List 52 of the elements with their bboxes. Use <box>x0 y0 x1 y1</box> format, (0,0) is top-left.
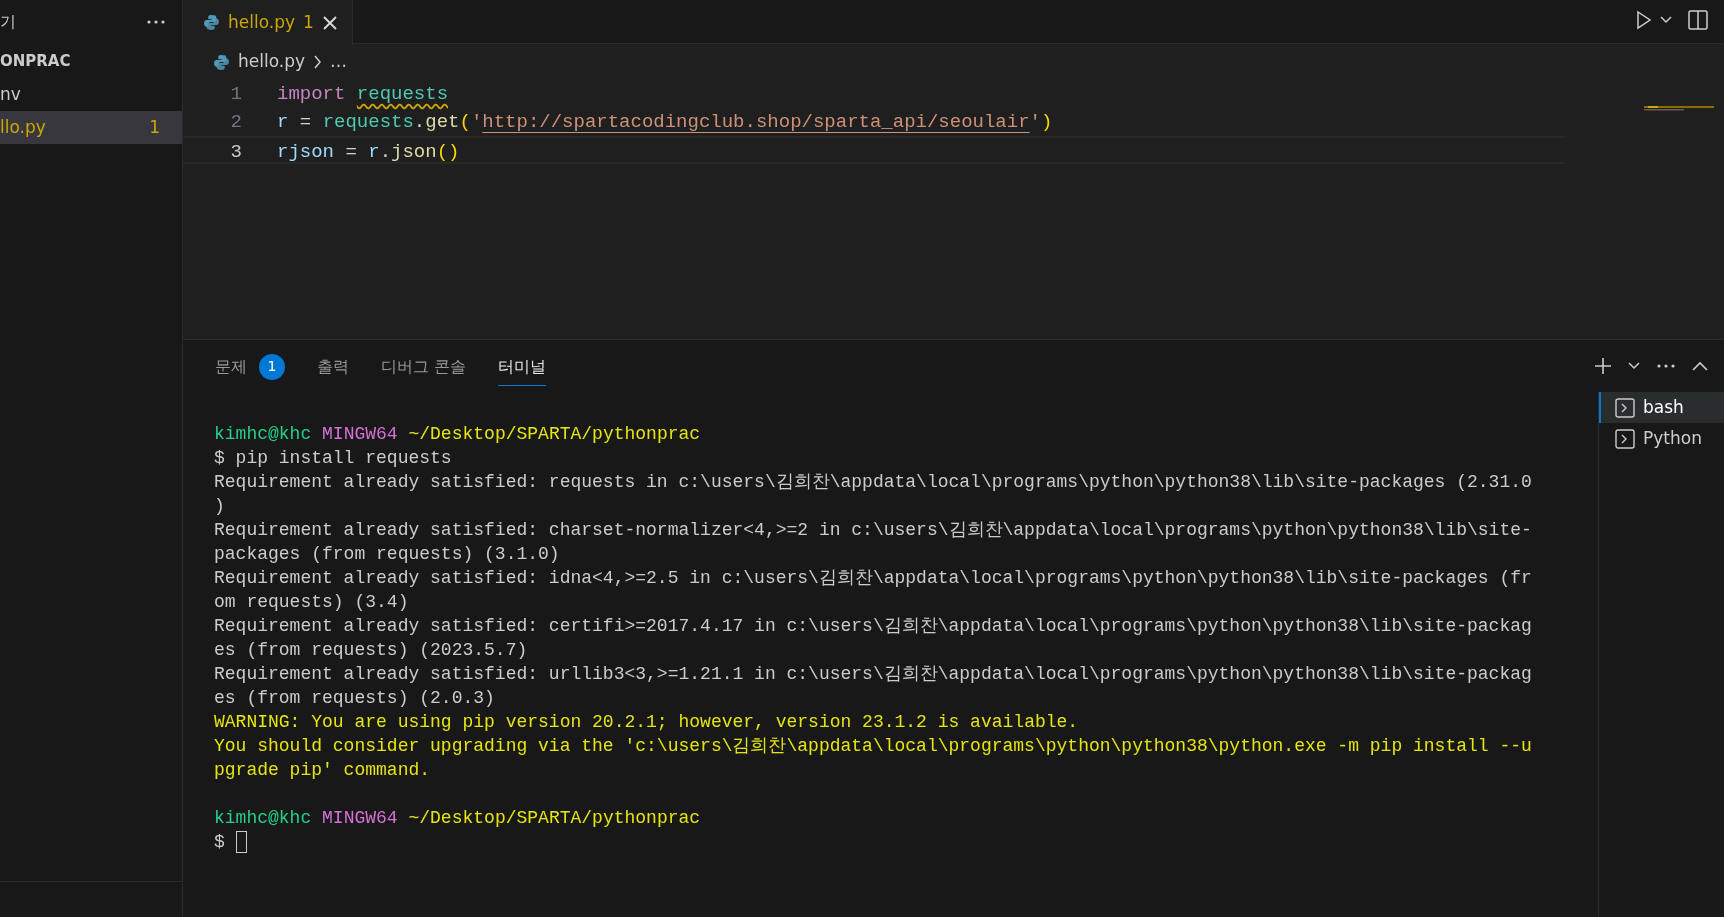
file-item[interactable]: nv <box>0 78 182 111</box>
terminal-output: Requirement already satisfied: urllib3<3,>=1.21.1 in c:\users\김희찬\appdata\local\programs\python\python38\lib\site-packag <box>214 664 1532 684</box>
breadcrumb-item[interactable]: … <box>330 49 348 75</box>
code-line: r = requests.get('http://spartacodingclub.shop/sparta_api/seoulair') <box>277 110 1053 135</box>
chevron-right-icon <box>313 55 323 69</box>
chevron-up-icon[interactable] <box>1692 361 1708 371</box>
more-icon[interactable] <box>1656 363 1676 369</box>
terminal-icon <box>1615 397 1635 418</box>
terminal-item[interactable]: bash <box>1599 392 1724 423</box>
terminal-output: om requests) (3.4) <box>214 592 409 612</box>
plus-icon[interactable] <box>1594 357 1612 375</box>
editor-tab[interactable]: hello.py 1 <box>183 0 353 45</box>
warning-text: WARNING: You are using pip version 20.2.1; however, version 23.1.2 is available. <box>214 712 1079 732</box>
terminal-output: Requirement already satisfied: charset-normalizer<4,>=2 in c:\users\김희찬\appdata\local\programs\python\python38\lib\site- <box>214 520 1532 540</box>
terminal-prompt: $ <box>214 832 225 852</box>
cursor <box>235 831 247 854</box>
line-number: 3 <box>229 140 243 162</box>
minimap <box>1644 106 1714 111</box>
folder-item[interactable]: ONPRAC <box>0 44 182 78</box>
file-item[interactable]: llo.py 1 <box>0 111 182 144</box>
chevron-down-icon[interactable] <box>1628 362 1640 370</box>
terminal-output: es (from requests) (2.0.3) <box>214 688 495 708</box>
line-number: 2 <box>229 110 243 135</box>
code-line: import requests <box>277 82 449 107</box>
breadcrumb-item[interactable]: hello.py <box>238 49 306 75</box>
panel-tab[interactable]: 디버그 콘솔 <box>381 346 467 386</box>
chevron-down-icon[interactable] <box>1660 16 1672 24</box>
sidebar-title: 기 <box>0 11 16 33</box>
terminal-output: es (from requests) (2023.5.7) <box>214 640 528 660</box>
panel-tab[interactable]: 터미널 <box>498 346 547 386</box>
warning-text: pgrade pip' command. <box>214 760 431 780</box>
panel-tab[interactable]: 문제 1 <box>215 345 285 387</box>
code-line: rjson = r.json() <box>277 140 460 162</box>
line-number: 1 <box>229 82 243 107</box>
file-type-icon <box>213 53 230 71</box>
file-type-icon <box>203 14 220 31</box>
terminal-output: Requirement already satisfied: certifi>=2017.4.17 in c:\users\김희찬\appdata\local\programs\python\python38\lib\site-packag <box>214 616 1532 636</box>
terminal-output: packages (from requests) (3.1.0) <box>214 544 560 564</box>
count-badge: 1 <box>259 353 285 380</box>
close-icon[interactable] <box>321 14 338 31</box>
terminal-item[interactable]: Python <box>1599 423 1724 454</box>
run-icon[interactable] <box>1636 10 1652 30</box>
panel-tab[interactable]: 출력 <box>317 346 349 386</box>
terminal-output: Requirement already satisfied: requests in c:\users\김희찬\appdata\local\programs\python\python38\lib\site-packages (2.31.0 <box>214 472 1532 492</box>
prompt-line: kimhc@khc MINGW64 ~/Desktop/SPARTA/pythonprac <box>214 424 701 444</box>
terminal-output: $ pip install requests <box>214 448 452 468</box>
terminal-icon <box>1615 428 1635 449</box>
warning-text: You should consider upgrading via the 'c:\users\김희찬\appdata\local\programs\python\python38\python.exe -m pip install --u <box>214 736 1532 756</box>
terminal-output: Requirement already satisfied: idna<4,>=2.5 in c:\users\김희찬\appdata\local\programs\python\python38\lib\site-packages (fr <box>214 568 1532 588</box>
split-editor-icon[interactable] <box>1688 10 1708 30</box>
prompt-line: kimhc@khc MINGW64 ~/Desktop/SPARTA/pythonprac <box>214 808 701 828</box>
terminal-output: ) <box>214 496 225 516</box>
